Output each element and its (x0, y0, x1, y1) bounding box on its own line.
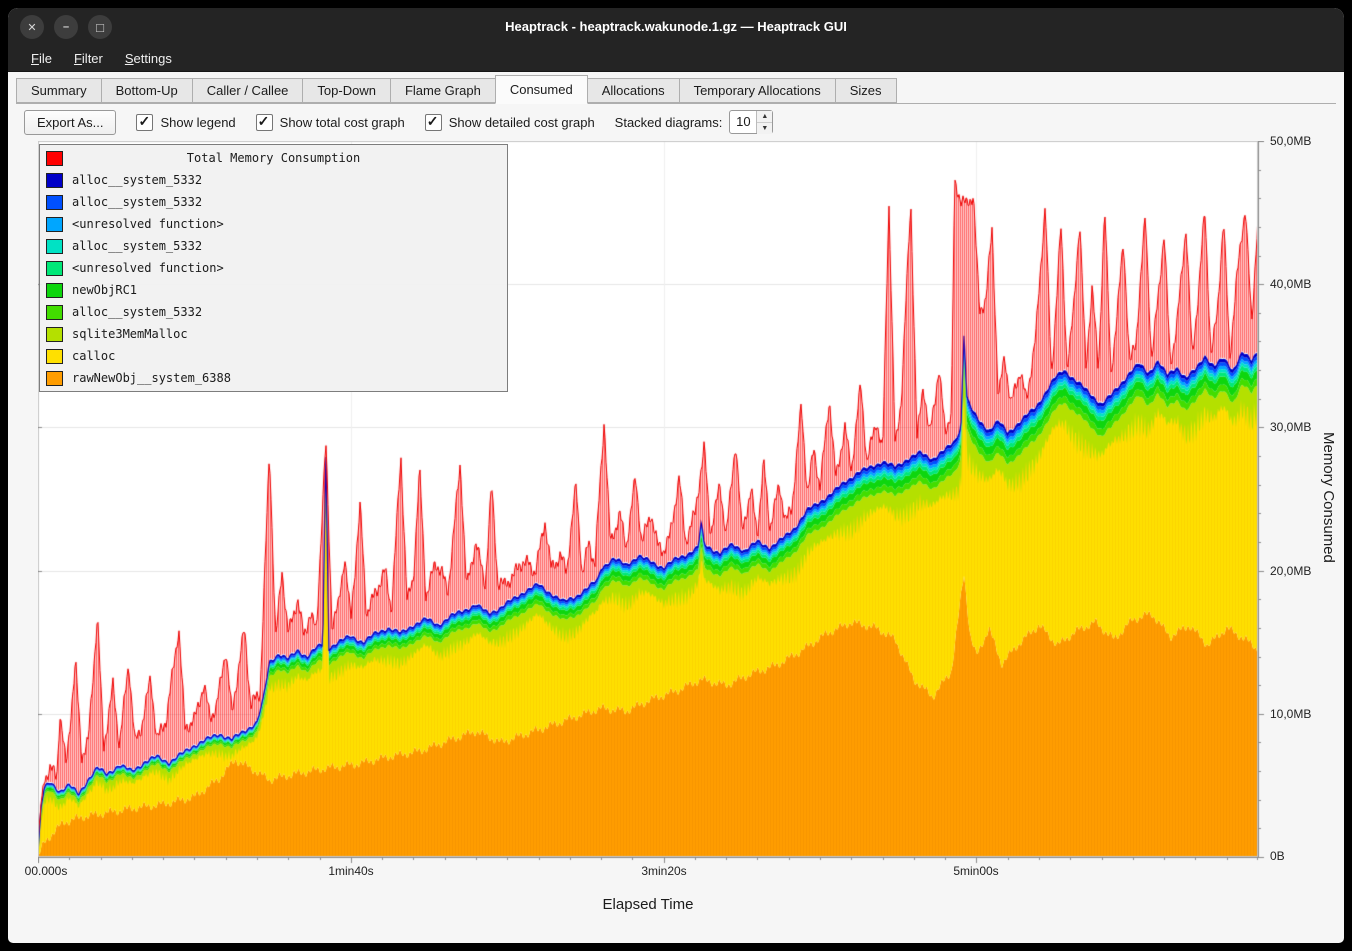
legend-swatch (46, 217, 63, 232)
legend-label: alloc__system_5332 (72, 305, 202, 319)
menu-settings[interactable]: Settings (116, 48, 181, 69)
legend-label: <unresolved function> (72, 217, 224, 231)
checkbox-label: Show legend (160, 115, 235, 130)
legend-label: sqlite3MemMalloc (72, 327, 188, 341)
checkbox-icon (136, 114, 153, 131)
chart-legend: Total Memory Consumption alloc__system_5… (39, 144, 508, 392)
legend-label: alloc__system_5332 (72, 173, 202, 187)
tab-caller-callee[interactable]: Caller / Callee (192, 78, 304, 103)
y-tick-label: 20,0MB (1270, 564, 1332, 578)
tab-bottom-up[interactable]: Bottom-Up (101, 78, 193, 103)
tab-summary[interactable]: Summary (16, 78, 102, 103)
tabbar: Summary Bottom-Up Caller / Callee Top-Do… (16, 74, 1336, 104)
y-tick-label: 10,0MB (1270, 707, 1332, 721)
legend-label: alloc__system_5332 (72, 195, 202, 209)
legend-label: newObjRC1 (72, 283, 137, 297)
legend-swatch (46, 195, 63, 210)
checkbox-label: Show total cost graph (280, 115, 405, 130)
y-axis-title: Memory Consumed (1320, 432, 1337, 563)
x-tick-label: 3min20s (641, 864, 686, 878)
menu-file[interactable]: File (22, 48, 61, 69)
x-tick-label: 1min40s (328, 864, 373, 878)
checkbox-icon (256, 114, 273, 131)
menubar: File Filter Settings (8, 46, 1344, 72)
spinner-down-icon[interactable]: ▼ (757, 123, 772, 134)
y-tick-label: 50,0MB (1270, 134, 1332, 148)
x-axis-title: Elapsed Time (603, 896, 694, 913)
legend-swatch (46, 239, 63, 254)
toolbar: Export As... Show legend Show total cost… (24, 107, 1336, 137)
app-window: Heaptrack - heaptrack.wakunode.1.gz — He… (8, 8, 1344, 943)
tab-temporary-allocations[interactable]: Temporary Allocations (679, 78, 836, 103)
y-tick-label: 0B (1270, 849, 1332, 863)
legend-label: calloc (72, 349, 115, 363)
spinner-value[interactable]: 10 (730, 111, 756, 133)
stacked-diagrams-spinner[interactable]: 10 ▲ ▼ (729, 110, 773, 134)
x-tick-label: 00.000s (25, 864, 68, 878)
legend-swatch (46, 283, 63, 298)
legend-label: <unresolved function> (72, 261, 224, 275)
tab-sizes[interactable]: Sizes (835, 78, 897, 103)
tab-top-down[interactable]: Top-Down (302, 78, 391, 103)
legend-label: alloc__system_5332 (72, 239, 202, 253)
window-title: Heaptrack - heaptrack.wakunode.1.gz — He… (8, 8, 1344, 46)
export-as-button[interactable]: Export As... (24, 110, 116, 135)
titlebar[interactable]: Heaptrack - heaptrack.wakunode.1.gz — He… (8, 8, 1344, 46)
y-tick-label: 40,0MB (1270, 277, 1332, 291)
show-total-cost-checkbox[interactable]: Show total cost graph (256, 114, 405, 131)
legend-swatch (46, 173, 63, 188)
legend-swatch-total (46, 151, 63, 166)
stacked-diagrams-label: Stacked diagrams: (615, 115, 723, 130)
legend-title: Total Memory Consumption (40, 151, 507, 165)
legend-swatch (46, 305, 63, 320)
show-legend-checkbox[interactable]: Show legend (136, 114, 235, 131)
tab-flame-graph[interactable]: Flame Graph (390, 78, 496, 103)
legend-swatch (46, 349, 63, 364)
x-tick-label: 5min00s (953, 864, 998, 878)
spinner-up-icon[interactable]: ▲ (757, 111, 772, 123)
checkbox-icon (425, 114, 442, 131)
legend-swatch (46, 261, 63, 276)
legend-swatch (46, 327, 63, 342)
tab-consumed[interactable]: Consumed (495, 75, 588, 104)
checkbox-label: Show detailed cost graph (449, 115, 595, 130)
legend-label: rawNewObj__system_6388 (72, 371, 231, 385)
menu-filter[interactable]: Filter (65, 48, 112, 69)
tab-allocations[interactable]: Allocations (587, 78, 680, 103)
legend-swatch (46, 371, 63, 386)
show-detailed-cost-checkbox[interactable]: Show detailed cost graph (425, 114, 595, 131)
